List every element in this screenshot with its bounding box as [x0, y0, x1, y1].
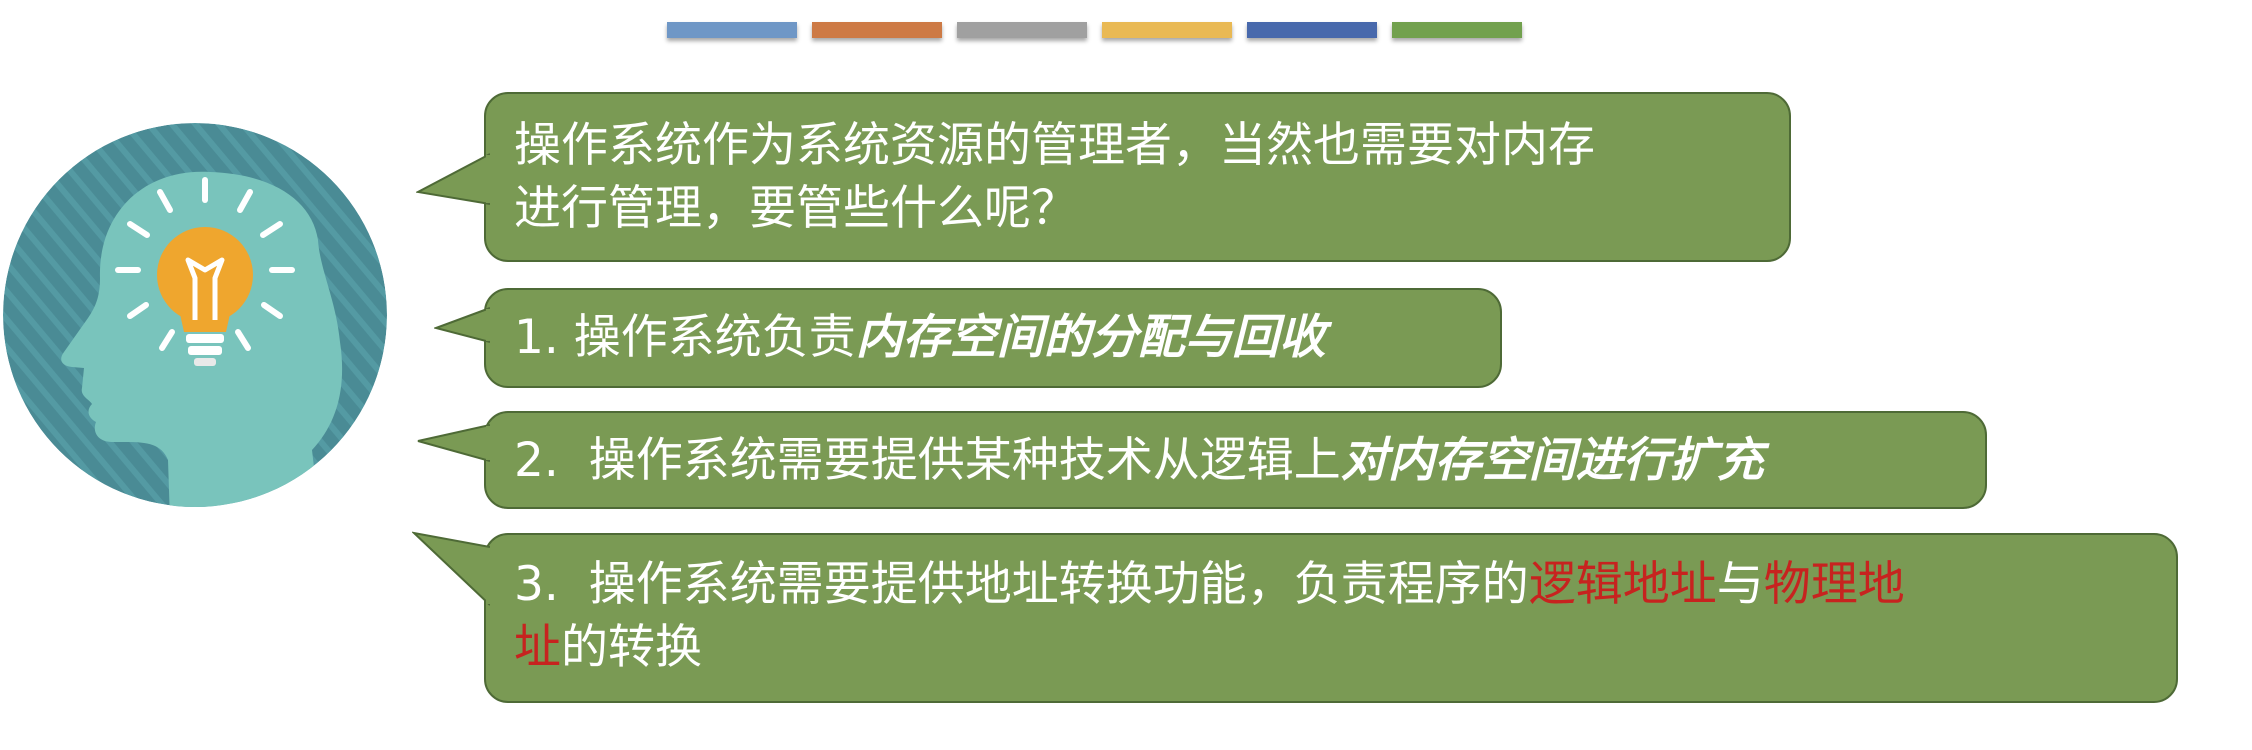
color-bar-yellow — [1102, 22, 1232, 38]
speech-bubble-point-3: 3. 操作系统需要提供地址转换功能，负责程序的逻辑地址与物理地 址的转换 — [412, 531, 2178, 703]
color-bar-green — [1392, 22, 1522, 38]
physical-address-term-part-1: 物理地 — [1763, 557, 1905, 612]
bubble-tail-3 — [417, 424, 490, 462]
point-2-text: 2. 操作系统需要提供某种技术从逻辑上对内存空间进行扩充 — [514, 429, 1985, 492]
point-3-text: 3. 操作系统需要提供地址转换功能，负责程序的逻辑地址与物理地 址的转换 — [514, 553, 2176, 679]
color-bar-blue — [667, 22, 797, 38]
point-2-prefix: 2. 操作系统需要提供某种技术从逻辑上 — [514, 433, 1341, 488]
bubble-tail-4 — [412, 531, 490, 606]
head-lightbulb-icon — [3, 123, 387, 507]
color-bar-dark-blue — [1247, 22, 1377, 38]
speech-bubble-point-2: 2. 操作系统需要提供某种技术从逻辑上对内存空间进行扩充 — [417, 411, 1987, 509]
logical-address-term: 逻辑地址 — [1528, 557, 1717, 612]
point-3-prefix: 3. 操作系统需要提供地址转换功能，负责程序的 — [514, 557, 1529, 612]
question-text: 操作系统作为系统资源的管理者，当然也需要对内存 进行管理，要管些什么呢？ — [514, 114, 1789, 240]
point-3-connector: 与 — [1716, 557, 1764, 612]
question-line-2: 进行管理，要管些什么呢？ — [514, 181, 1078, 236]
slide: 操作系统作为系统资源的管理者，当然也需要对内存 进行管理，要管些什么呢？ 1. … — [0, 0, 2252, 750]
question-line-1: 操作系统作为系统资源的管理者，当然也需要对内存 — [514, 118, 1595, 173]
point-1-prefix: 1. 操作系统负责 — [514, 310, 856, 365]
point-1-text: 1. 操作系统负责内存空间的分配与回收 — [514, 306, 1500, 369]
color-bar-orange — [812, 22, 942, 38]
color-bar-gray — [957, 22, 1087, 38]
point-3-suffix: 的转换 — [561, 620, 702, 675]
point-1-emphasis: 内存空间的分配与回收 — [855, 310, 1326, 365]
bubble-tail-2 — [434, 307, 490, 343]
color-bar-strip — [667, 22, 1522, 38]
speech-bubble-question: 操作系统作为系统资源的管理者，当然也需要对内存 进行管理，要管些什么呢？ — [416, 92, 1791, 262]
bubble-tail-1 — [416, 153, 490, 205]
physical-address-term-part-2: 址 — [514, 620, 561, 675]
speech-bubble-point-1: 1. 操作系统负责内存空间的分配与回收 — [434, 288, 1502, 388]
point-2-emphasis: 对内存空间进行扩充 — [1340, 433, 1764, 488]
